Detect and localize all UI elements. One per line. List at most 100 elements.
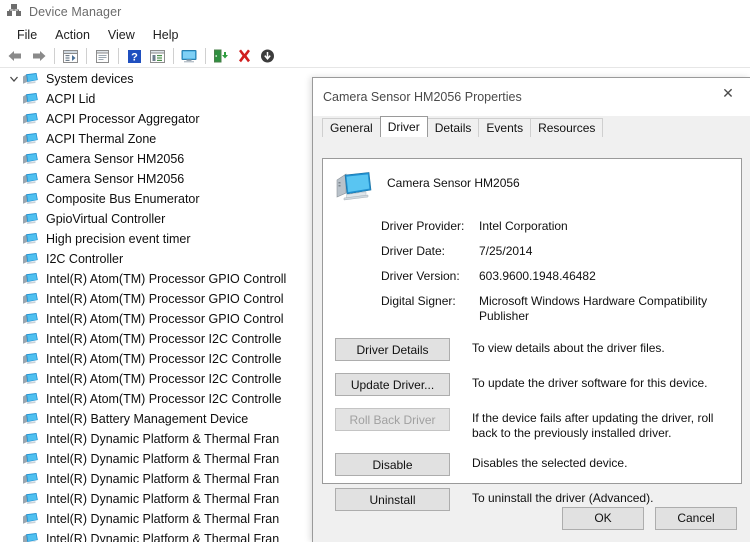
tree-root-label: System devices [46,72,134,86]
info-value: Intel Corporation [479,219,568,233]
tree-item-label: Intel(R) Dynamic Platform & Thermal Fran [46,452,280,466]
driver-tab-panel: Camera Sensor HM2056 Driver Provider: In… [322,158,742,511]
action-description: To update the driver software for this d… [472,376,708,390]
system-device-icon [22,252,41,266]
menu-file[interactable]: File [8,27,46,43]
info-value: 603.9600.1948.46482 [479,269,596,283]
info-label: Driver Date: [381,244,446,258]
toolbar-separator [173,48,174,64]
device-properties-dialog: Camera Sensor HM2056 Properties ✕ Genera… [312,77,750,542]
ok-button[interactable]: OK [562,506,644,530]
tree-item-label: GpioVirtual Controller [46,212,166,226]
tree-item-label: High precision event timer [46,232,191,246]
action-row-roll-back-driver: Roll Back Driver If the device fails aft… [323,408,741,441]
view-icon[interactable] [146,46,168,67]
menu-bar: File Action View Help [0,25,750,45]
system-device-icon [22,512,41,526]
help-icon[interactable]: ? [123,46,145,67]
device-manager-window: Device Manager File Action View Help ? S… [0,0,750,542]
system-device-icon [22,452,41,466]
tree-item-label: ACPI Thermal Zone [46,132,157,146]
system-device-icon [22,152,41,166]
toolbar-separator [118,48,119,64]
system-device-icon [22,112,41,126]
tree-item-label: Intel(R) Dynamic Platform & Thermal Fran [46,532,280,542]
dialog-titlebar: Camera Sensor HM2056 Properties ✕ [313,78,750,116]
info-row-digital-signer: Digital Signer: Microsoft Windows Hardwa… [381,294,741,324]
system-device-icon [22,412,41,426]
close-icon[interactable]: ✕ [706,78,750,108]
toolbar-separator [205,48,206,64]
window-titlebar: Device Manager [0,0,750,23]
dialog-title: Camera Sensor HM2056 Properties [323,90,522,104]
scan-hardware-changes-icon[interactable] [178,46,200,67]
driver-details-button[interactable]: Driver Details [335,338,450,361]
dialog-footer: OK Cancel [313,494,750,542]
tree-item-label: Intel(R) Atom(TM) Processor I2C Controll… [46,372,282,386]
disable-device-icon[interactable] [256,46,278,67]
system-device-icon [22,212,41,226]
properties-icon[interactable] [91,46,113,67]
dialog-tabs: General Driver Details Events Resources [322,116,750,137]
info-label: Driver Provider: [381,219,465,233]
info-row-driver-version: Driver Version: 603.9600.1948.46482 [381,269,741,284]
system-device-icon [22,272,41,286]
cancel-button[interactable]: Cancel [655,506,737,530]
show-hide-console-tree-icon[interactable] [59,46,81,67]
system-device-icon [22,532,41,542]
system-device-icon [22,172,41,186]
tree-item-label: I2C Controller [46,252,124,266]
tab-resources[interactable]: Resources [530,118,604,137]
svg-text:?: ? [131,51,138,63]
system-device-icon [22,312,41,326]
system-device-icon [22,492,41,506]
tab-details[interactable]: Details [426,118,480,137]
toolbar-separator [86,48,87,64]
system-device-icon [22,332,41,346]
system-device-icon [335,171,375,203]
system-device-icon [22,232,41,246]
menu-help[interactable]: Help [144,27,188,43]
tree-item-label: Intel(R) Dynamic Platform & Thermal Fran [46,472,280,486]
update-driver-button[interactable]: Update Driver... [335,373,450,396]
forward-arrow-icon[interactable] [27,46,49,67]
tree-item-label: Intel(R) Dynamic Platform & Thermal Fran [46,512,280,526]
info-label: Digital Signer: [381,294,456,308]
tree-item-label: Composite Bus Enumerator [46,192,200,206]
tab-driver[interactable]: Driver [379,116,428,137]
tab-general[interactable]: General [322,118,381,137]
toolbar: ? [0,45,750,68]
tree-item-label: Intel(R) Battery Management Device [46,412,249,426]
info-row-driver-date: Driver Date: 7/25/2014 [381,244,741,259]
driver-info-grid: Driver Provider: Intel Corporation Drive… [381,219,741,324]
device-manager-icon [6,4,22,19]
update-driver-icon[interactable] [210,46,232,67]
tree-item-label: Intel(R) Atom(TM) Processor I2C Controll… [46,332,282,346]
tree-item-label: ACPI Processor Aggregator [46,112,200,126]
roll-back-driver-button: Roll Back Driver [335,408,450,431]
action-description: If the device fails after updating the d… [472,411,714,440]
action-description: Disables the selected device. [472,456,628,470]
tree-item-label: ACPI Lid [46,92,96,106]
action-row-disable: Disable Disables the selected device. [323,453,741,476]
uninstall-device-icon[interactable] [233,46,255,67]
back-arrow-icon[interactable] [4,46,26,67]
tree-item-label: Intel(R) Atom(TM) Processor GPIO Control… [46,272,287,286]
menu-view[interactable]: View [99,27,144,43]
system-device-icon [22,192,41,206]
window-title: Device Manager [29,4,122,19]
system-device-icon [22,372,41,386]
tree-item-label: Intel(R) Dynamic Platform & Thermal Fran [46,492,280,506]
menu-action[interactable]: Action [46,27,99,43]
system-device-icon [22,352,41,366]
disable-button[interactable]: Disable [335,453,450,476]
chevron-down-icon[interactable] [6,71,22,87]
tab-events[interactable]: Events [478,118,532,137]
tree-item-label: Camera Sensor HM2056 [46,152,185,166]
system-device-icon [22,72,41,86]
system-device-icon [22,292,41,306]
driver-actions: Driver Details To view details about the… [323,338,741,511]
system-device-icon [22,132,41,146]
device-header: Camera Sensor HM2056 [323,159,741,203]
action-row-driver-details: Driver Details To view details about the… [323,338,741,361]
